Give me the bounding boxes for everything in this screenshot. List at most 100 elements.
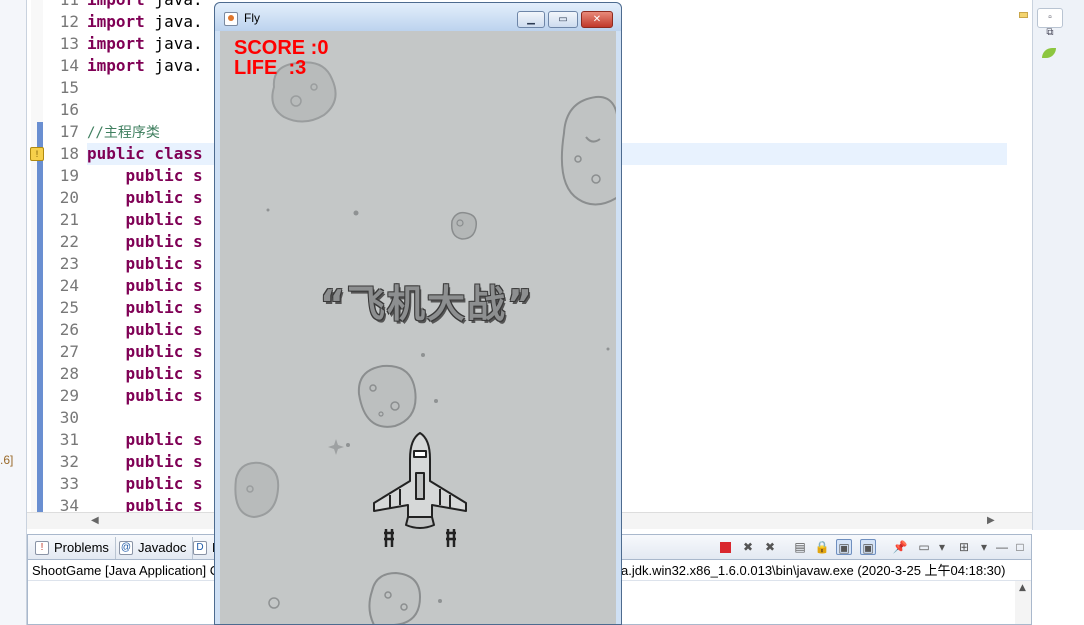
line-number: 22: [59, 232, 79, 251]
game-canvas[interactable]: SCORE :0 LIFE :3 “飞机大战”: [220, 31, 616, 624]
scroll-up-arrow-icon[interactable]: ▲: [1019, 583, 1026, 593]
clear-console-icon[interactable]: ▤: [792, 539, 808, 555]
asteroid-center: [351, 362, 421, 432]
maximize-icon: ▭: [558, 14, 568, 25]
line-number: 17: [59, 122, 79, 141]
line-number: 21: [59, 210, 79, 229]
scroll-lock-icon[interactable]: 🔒: [814, 539, 830, 555]
minimize-icon: ▁: [527, 14, 535, 25]
overview-ruler: [1017, 0, 1030, 512]
console-launch-name: ShootGame [Java Application] C: [32, 563, 220, 578]
code-keyword: public s: [87, 254, 203, 273]
perspective-toolbar: ▫ ⧉: [1032, 0, 1084, 530]
maximize-view-icon[interactable]: ⧉: [1037, 24, 1063, 44]
line-number: 16: [59, 100, 79, 119]
line-number: 26: [59, 320, 79, 339]
fly-game-window[interactable]: Fly ▁ ▭ ✕ SCORE:0 LIFE:3 “飞机大战”: [214, 2, 622, 625]
remove-launch-icon[interactable]: ✖: [740, 539, 756, 555]
window-titlebar[interactable]: Fly ▁ ▭ ✕: [215, 3, 621, 31]
remove-all-launches-icon[interactable]: ✖: [762, 539, 778, 555]
code-keyword: public s: [87, 276, 203, 295]
code-keyword: import: [87, 0, 145, 9]
line-number: 14: [59, 56, 79, 75]
left-panel-text: .6]: [0, 453, 14, 467]
left-panel-edge: .6]: [0, 0, 27, 625]
java-app-icon[interactable]: [224, 12, 238, 26]
show-console-output-icon[interactable]: ▣: [836, 539, 852, 555]
asteroid-small-pebble: [446, 209, 480, 243]
line-number: 29: [59, 386, 79, 405]
code-comment: //主程序类: [87, 125, 160, 141]
line-number: 23: [59, 254, 79, 273]
code-keyword: import: [87, 56, 145, 75]
line-number: 19: [59, 166, 79, 185]
javadoc-icon: @: [119, 541, 133, 555]
line-number: 27: [59, 342, 79, 361]
code-text: java.: [144, 34, 203, 53]
scroll-right-arrow-icon[interactable]: ▶: [987, 515, 995, 526]
game-title: “飞机大战”: [320, 282, 534, 326]
code-keyword: public s: [87, 386, 203, 405]
open-console-icon[interactable]: ⊞: [956, 539, 972, 555]
outline-leaf-icon[interactable]: [1042, 48, 1056, 58]
console-scrollbar[interactable]: ▲: [1015, 581, 1031, 624]
hero-plane-icon[interactable]: [370, 429, 470, 557]
line-number: 32: [59, 452, 79, 471]
line-number: 31: [59, 430, 79, 449]
code-keyword: public s: [87, 210, 203, 229]
line-number: 33: [59, 474, 79, 493]
maximize-view-console-icon[interactable]: □: [1012, 539, 1028, 555]
pin-console-icon[interactable]: 📌: [892, 539, 908, 555]
warning-icon[interactable]: !: [30, 147, 44, 161]
code-keyword: public class: [87, 144, 203, 163]
code-keyword: public s: [87, 452, 203, 471]
maximize-button[interactable]: ▭: [548, 11, 578, 28]
console-launch-path: a.jdk.win32.x86_1.6.0.013\bin\javaw.exe …: [621, 563, 1006, 578]
scroll-left-arrow-icon[interactable]: ◀: [91, 515, 99, 526]
annotation-ruler: [31, 0, 43, 512]
score-display: SCORE :0: [234, 37, 329, 59]
declaration-icon: D: [193, 541, 207, 555]
open-console-dropdown-icon[interactable]: ▾: [976, 539, 992, 555]
tab-problems[interactable]: ! Problems: [32, 537, 116, 559]
line-number: 20: [59, 188, 79, 207]
close-button[interactable]: ✕: [581, 11, 613, 28]
code-keyword: import: [87, 12, 145, 31]
asteroid-bottom-left: [230, 459, 282, 521]
code-keyword: public s: [87, 320, 203, 339]
close-icon: ✕: [592, 14, 602, 25]
tab-problems-label: Problems: [54, 540, 109, 555]
line-number: 12: [59, 12, 79, 31]
code-keyword: public s: [87, 188, 203, 207]
minimize-view-icon[interactable]: —: [994, 539, 1010, 555]
life-display: LIFE :3: [234, 57, 307, 79]
line-number: 30: [59, 408, 79, 427]
code-keyword: public s: [87, 166, 203, 185]
line-number: 18: [59, 144, 79, 163]
asteroid-right: [556, 93, 616, 211]
tab-javadoc[interactable]: @ Javadoc: [116, 537, 194, 559]
show-console-error-icon[interactable]: ▣: [860, 539, 876, 555]
display-console-icon[interactable]: ▭: [916, 539, 932, 555]
line-numbers: 1112 13 14 15 16 17 18 19 20 21 22 23 24 25 26 27 28 29 30…: [43, 0, 85, 512]
line-number: 24: [59, 276, 79, 295]
minimize-button[interactable]: ▁: [517, 11, 545, 28]
overview-warning-marker[interactable]: [1019, 12, 1028, 18]
window-title: Fly: [244, 11, 260, 25]
line-number: 25: [59, 298, 79, 317]
terminate-icon[interactable]: [720, 542, 731, 553]
display-console-dropdown-icon[interactable]: ▾: [934, 539, 950, 555]
code-keyword: public s: [87, 474, 203, 493]
line-number: 13: [59, 34, 79, 53]
asteroid-bottom: [364, 569, 426, 624]
line-number: 15: [59, 78, 79, 97]
problems-icon: !: [35, 541, 49, 555]
code-text: java.: [144, 12, 203, 31]
line-number: 28: [59, 364, 79, 383]
code-text: java.: [145, 0, 202, 9]
line-number: 34: [59, 496, 79, 512]
code-keyword: public s: [87, 298, 203, 317]
tab-javadoc-label: Javadoc: [138, 540, 187, 555]
code-text: java.: [144, 56, 203, 75]
code-keyword: public s: [87, 496, 203, 512]
